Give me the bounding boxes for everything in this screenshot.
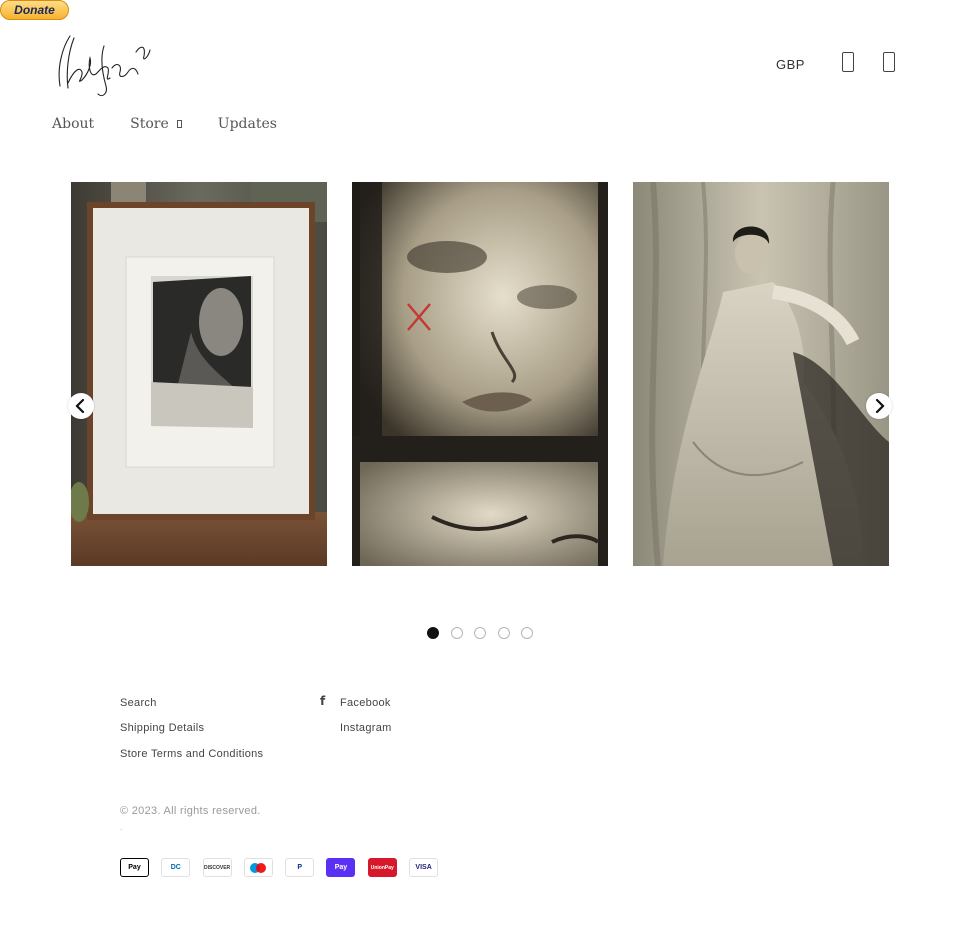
- nav-store-label: Store: [130, 116, 169, 132]
- footer-link-instagram-label: Instagram: [340, 722, 392, 735]
- footer-link-shipping[interactable]: Shipping Details: [120, 716, 263, 742]
- carousel-prev-button[interactable]: [68, 393, 94, 419]
- visa-icon: VISA: [409, 858, 439, 877]
- copyright-dot: .: [120, 822, 123, 832]
- main-nav: About Store Updates: [52, 116, 313, 132]
- apple-pay-icon: Pay: [120, 858, 149, 877]
- payment-label: VISA: [415, 864, 432, 871]
- signature-logo-icon: [58, 35, 151, 97]
- carousel-slide[interactable]: [352, 182, 608, 566]
- chevron-right-icon: [875, 399, 885, 413]
- seated-portrait-image: [633, 182, 889, 566]
- shop-pay-icon: Pay: [326, 858, 356, 877]
- copyright-text: © 2023. All rights reserved.: [120, 805, 261, 817]
- carousel-dot[interactable]: [427, 627, 439, 639]
- unionpay-icon: UnionPay: [367, 858, 397, 877]
- chevron-down-icon: [176, 120, 182, 128]
- site-logo[interactable]: [52, 28, 152, 102]
- footer-link-facebook-label: Facebook: [340, 696, 391, 709]
- footer-link-facebook[interactable]: f Facebook: [320, 690, 392, 716]
- carousel-dot[interactable]: [521, 627, 533, 639]
- carousel-next-button[interactable]: [866, 393, 892, 419]
- discover-icon: DISCOVER: [202, 858, 232, 877]
- paypal-icon: P: [285, 858, 315, 877]
- nav-about[interactable]: About: [52, 116, 94, 132]
- payment-label: Pay: [128, 864, 141, 871]
- diners-club-icon: DC: [161, 858, 191, 877]
- footer-link-search[interactable]: Search: [120, 690, 263, 716]
- footer-links: Search Shipping Details Store Terms and …: [120, 690, 263, 767]
- payment-label: Pay: [334, 864, 348, 871]
- nav-about-label: About: [52, 116, 95, 132]
- donate-button[interactable]: Donate: [0, 0, 69, 20]
- footer-social-links: f Facebook Instagram: [320, 690, 392, 741]
- payment-label: DC: [170, 864, 181, 871]
- carousel-dot[interactable]: [450, 627, 463, 639]
- payment-label: P: [297, 864, 303, 871]
- film-strip-portrait-image: [352, 182, 608, 566]
- nav-updates-label: Updates: [217, 116, 277, 132]
- maestro-icon: [243, 858, 273, 877]
- carousel-dot[interactable]: [474, 627, 486, 639]
- payment-label: DISCOVER: [204, 864, 231, 871]
- chevron-left-icon: [75, 399, 85, 413]
- carousel-pagination: [427, 627, 545, 639]
- footer-link-instagram[interactable]: Instagram: [320, 716, 392, 742]
- carousel-slide[interactable]: [633, 182, 889, 566]
- facebook-icon: f: [320, 694, 326, 708]
- cart-icon[interactable]: [883, 52, 897, 74]
- nav-store[interactable]: Store: [130, 116, 182, 132]
- carousel-dot[interactable]: [497, 627, 510, 639]
- payment-methods: Pay DC DISCOVER P Pay UnionPay VISA: [120, 858, 450, 877]
- search-icon[interactable]: [842, 52, 856, 74]
- currency-selector[interactable]: GBP: [776, 57, 805, 72]
- footer-link-terms[interactable]: Store Terms and Conditions: [120, 741, 263, 767]
- payment-label: UnionPay: [370, 864, 394, 871]
- nav-updates[interactable]: Updates: [218, 116, 277, 132]
- carousel-slide[interactable]: [71, 182, 327, 566]
- framed-portrait-image: [71, 182, 327, 566]
